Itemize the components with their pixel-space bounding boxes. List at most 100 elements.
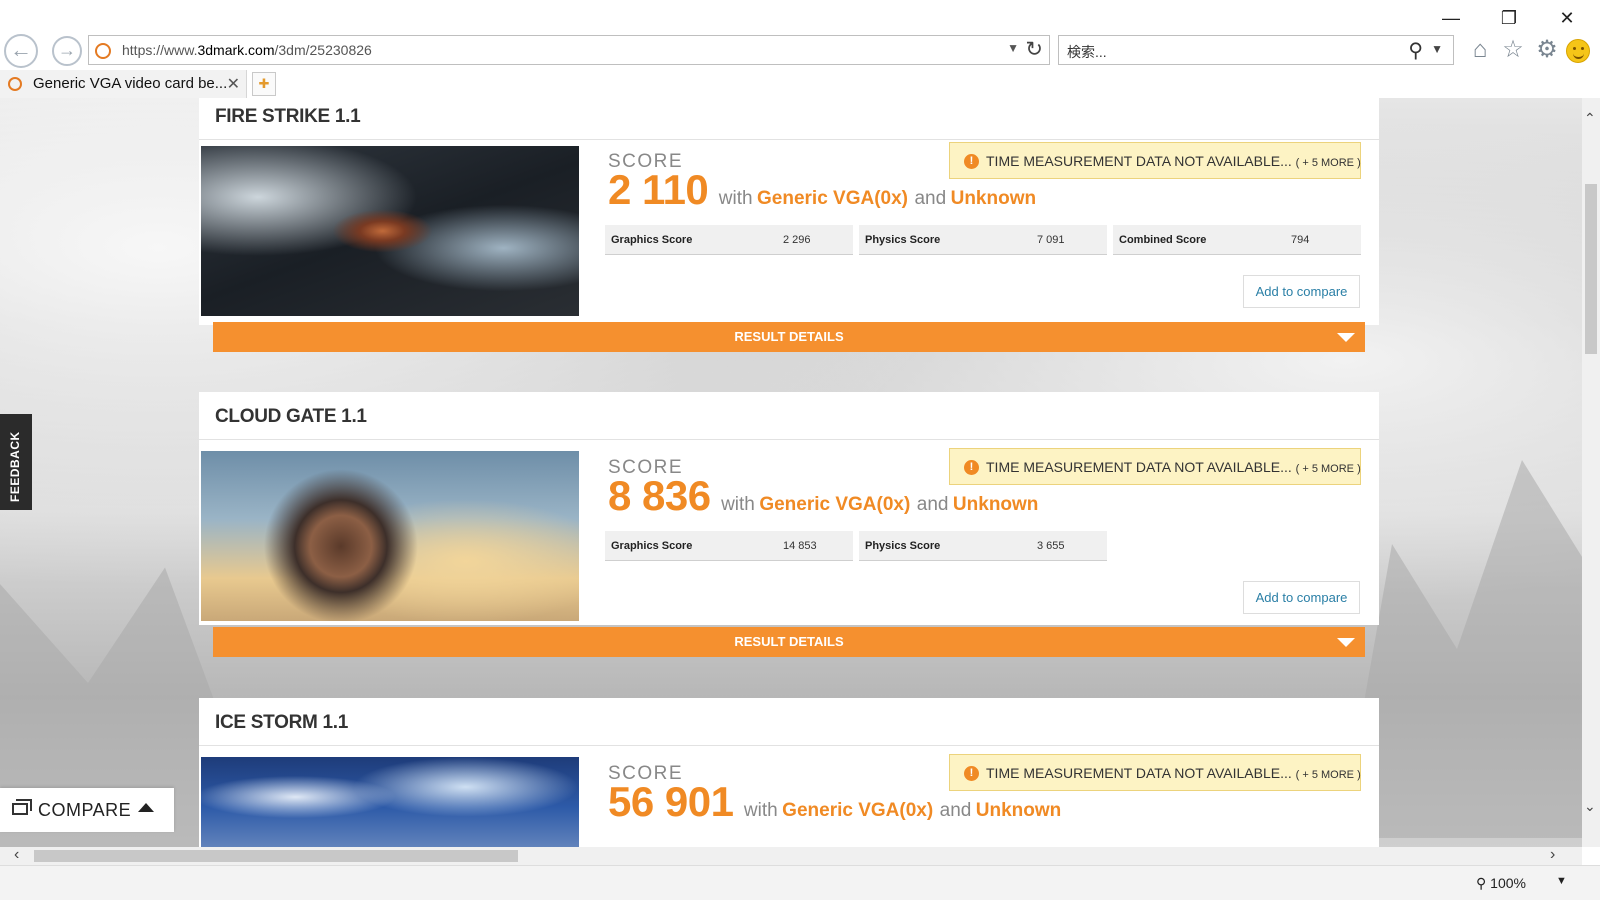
cpu-link[interactable]: Unknown xyxy=(976,800,1062,821)
subscore-value: 7 091 xyxy=(1037,234,1065,246)
horizontal-scrollbar[interactable]: ‹ › xyxy=(0,846,1582,865)
test-title: FIRE STRIKE 1.1 xyxy=(199,98,1379,140)
home-icon[interactable]: ⌂ xyxy=(1466,36,1494,64)
subscore-physics: Physics Score 7 091 xyxy=(859,225,1107,255)
compare-label: COMPARE xyxy=(38,800,132,820)
test-title: CLOUD GATE 1.1 xyxy=(199,392,1379,440)
with-text: with xyxy=(718,188,753,209)
favorites-star-icon[interactable]: ☆ xyxy=(1499,36,1527,64)
vertical-scroll-thumb[interactable] xyxy=(1585,184,1597,354)
subscore-label: Graphics Score xyxy=(611,234,693,246)
test-card-fire-strike: FIRE STRIKE 1.1 SCORE 2 110 with Generic… xyxy=(199,98,1379,325)
subscore-label: Graphics Score xyxy=(611,540,693,552)
forward-icon[interactable]: → xyxy=(52,36,82,66)
result-details-label: RESULT DETAILS xyxy=(734,329,844,344)
scroll-down-icon[interactable]: ⌄ xyxy=(1584,798,1596,815)
feedback-smiley-icon[interactable] xyxy=(1566,39,1590,63)
warning-more: ( + 5 MORE ) xyxy=(1295,769,1361,781)
and-text: and xyxy=(939,800,972,821)
add-to-compare-button[interactable]: Add to compare xyxy=(1243,275,1360,308)
chevron-down-icon xyxy=(1337,638,1355,647)
scroll-right-icon[interactable]: › xyxy=(1550,846,1555,864)
chevron-up-icon xyxy=(138,803,154,812)
subscore-combined: Combined Score 794 xyxy=(1113,225,1361,255)
with-text: with xyxy=(721,494,755,515)
warning-icon: ! xyxy=(964,154,979,169)
chevron-down-icon xyxy=(1337,333,1355,342)
subscore-value: 2 296 xyxy=(783,234,811,246)
compare-panel-toggle[interactable]: COMPARE xyxy=(0,788,174,832)
time-measurement-warning[interactable]: ! TIME MEASUREMENT DATA NOT AVAILABLE...… xyxy=(949,754,1361,791)
subscore-graphics: Graphics Score 2 296 xyxy=(605,225,853,255)
zoom-level[interactable]: ⚲ 100% xyxy=(1476,875,1526,892)
gpu-link[interactable]: Generic VGA(0x) xyxy=(782,800,933,821)
cpu-link[interactable]: Unknown xyxy=(953,494,1039,515)
zoom-value: 100% xyxy=(1490,875,1526,891)
subscore-physics: Physics Score 3 655 xyxy=(859,531,1107,561)
subscore-label: Physics Score xyxy=(865,234,941,246)
subscore-label: Combined Score xyxy=(1119,234,1207,246)
result-details-label: RESULT DETAILS xyxy=(734,634,844,649)
and-text: and xyxy=(914,188,947,209)
gpu-link[interactable]: Generic VGA(0x) xyxy=(759,494,910,515)
result-details-bar[interactable]: RESULT DETAILS xyxy=(213,322,1365,352)
search-icon[interactable]: ⚲ xyxy=(1408,38,1423,63)
scroll-up-icon[interactable]: ⌃ xyxy=(1584,110,1596,127)
fire-strike-thumbnail xyxy=(201,146,579,316)
horizontal-scroll-thumb[interactable] xyxy=(34,850,518,862)
with-text: with xyxy=(743,800,778,821)
minimize-icon[interactable]: — xyxy=(1431,4,1471,32)
feedback-label: FEEDBACK xyxy=(8,431,22,502)
gpu-link[interactable]: Generic VGA(0x) xyxy=(757,188,908,209)
subscore-graphics: Graphics Score 14 853 xyxy=(605,531,853,561)
warning-more: ( + 5 MORE ) xyxy=(1295,157,1361,169)
time-measurement-warning[interactable]: ! TIME MEASUREMENT DATA NOT AVAILABLE...… xyxy=(949,142,1361,179)
browser-chrome: — ❐ ✕ ← → https://www.3dmark.com/3dm/252… xyxy=(0,0,1600,98)
zoom-dropdown-icon[interactable]: ▼ xyxy=(1556,875,1567,887)
time-measurement-warning[interactable]: ! TIME MEASUREMENT DATA NOT AVAILABLE...… xyxy=(949,448,1361,485)
score-value: 56 901 xyxy=(608,778,734,825)
url-text: https://www.3dmark.com/3dm/25230826 xyxy=(122,42,372,58)
warning-text: TIME MEASUREMENT DATA NOT AVAILABLE... xyxy=(986,765,1292,781)
subscore-value: 14 853 xyxy=(783,540,817,552)
warning-more: ( + 5 MORE ) xyxy=(1295,463,1361,475)
cpu-link[interactable]: Unknown xyxy=(951,188,1037,209)
warning-text: TIME MEASUREMENT DATA NOT AVAILABLE... xyxy=(986,153,1292,169)
new-tab-icon[interactable]: ✚ xyxy=(252,72,276,96)
settings-gear-icon[interactable]: ⚙ xyxy=(1533,36,1561,64)
test-card-ice-storm: ICE STORM 1.1 SCORE 56 901 with Generic … xyxy=(199,698,1379,847)
feedback-tab[interactable]: FEEDBACK xyxy=(0,414,32,510)
back-icon[interactable]: ← xyxy=(4,34,38,68)
restore-icon[interactable]: ❐ xyxy=(1489,4,1529,32)
score-value: 2 110 xyxy=(608,166,709,213)
and-text: and xyxy=(916,494,949,515)
search-placeholder: 検索... xyxy=(1067,44,1107,60)
tab-site-icon xyxy=(8,77,22,91)
search-box[interactable]: 検索... ⚲ ▼ xyxy=(1058,35,1454,65)
refresh-icon[interactable]: ↻ xyxy=(1025,37,1043,62)
tab-close-icon[interactable]: ✕ xyxy=(227,74,240,94)
warning-icon: ! xyxy=(964,766,979,781)
test-title: ICE STORM 1.1 xyxy=(199,698,1379,746)
score-value: 8 836 xyxy=(608,472,711,519)
status-bar: ⚲ 100% ▼ xyxy=(0,865,1600,900)
subscore-value: 3 655 xyxy=(1037,540,1065,552)
subscore-value: 794 xyxy=(1291,234,1310,246)
subscore-label: Physics Score xyxy=(865,540,941,552)
tab-title: Generic VGA video card be... xyxy=(33,75,228,92)
ice-storm-thumbnail xyxy=(201,757,579,847)
vertical-scrollbar[interactable]: ⌃ ⌄ xyxy=(1582,98,1600,847)
browser-tab[interactable]: Generic VGA video card be... ✕ xyxy=(0,70,247,98)
add-to-compare-button[interactable]: Add to compare xyxy=(1243,581,1360,614)
test-card-cloud-gate: CLOUD GATE 1.1 SCORE 8 836 with Generic … xyxy=(199,392,1379,625)
result-details-bar[interactable]: RESULT DETAILS xyxy=(213,627,1365,657)
page-viewport: FIRE STRIKE 1.1 SCORE 2 110 with Generic… xyxy=(0,98,1582,847)
scroll-left-icon[interactable]: ‹ xyxy=(14,846,19,864)
search-dropdown-icon[interactable]: ▼ xyxy=(1431,42,1443,56)
address-dropdown-icon[interactable]: ▼ xyxy=(1007,41,1019,55)
site-icon xyxy=(95,43,111,59)
compare-icon xyxy=(12,799,32,815)
warning-icon: ! xyxy=(964,460,979,475)
address-bar[interactable]: https://www.3dmark.com/3dm/25230826 ▼ ↻ xyxy=(88,35,1050,65)
close-window-icon[interactable]: ✕ xyxy=(1547,4,1587,32)
